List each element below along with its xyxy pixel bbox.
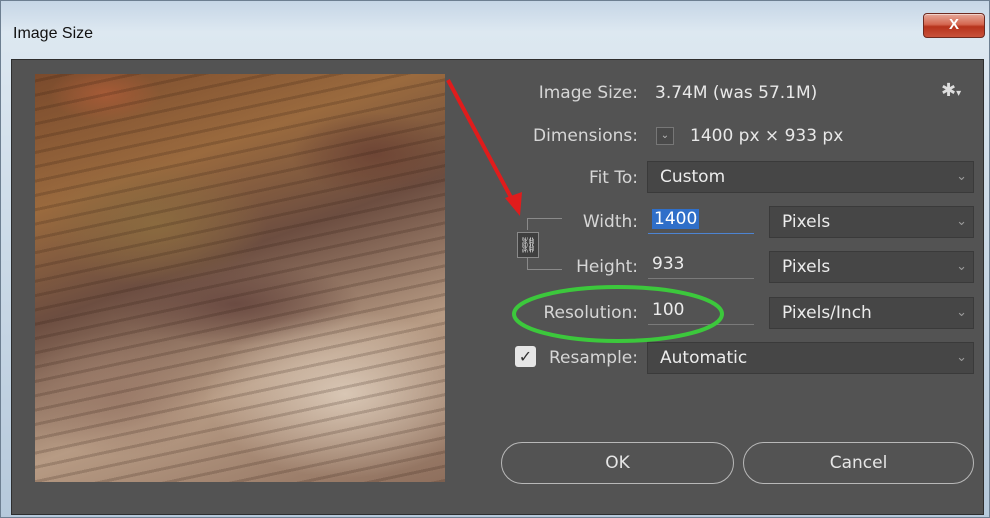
chevron-down-icon: ⌄ (956, 214, 967, 229)
chevron-down-icon: ⌄ (956, 350, 967, 365)
height-unit-value: Pixels (782, 257, 831, 277)
height-input[interactable]: 933 (648, 251, 754, 279)
fit-to-value: Custom (660, 167, 726, 187)
dimensions-value: 1400 px × 933 px (690, 126, 844, 146)
ok-button[interactable]: OK (501, 442, 734, 484)
width-unit-select[interactable]: Pixels ⌄ (769, 206, 974, 238)
resolution-input[interactable]: 100 (648, 297, 754, 325)
gear-icon[interactable]: ✱▾ (941, 80, 961, 101)
resample-label: Resample: (548, 348, 638, 368)
resample-value: Automatic (660, 348, 748, 368)
dimensions-toggle[interactable]: ⌄ (656, 127, 674, 145)
link-chain-icon[interactable]: ⛓ (517, 232, 539, 258)
preview-texture (35, 74, 445, 482)
close-button[interactable]: X (923, 13, 985, 38)
resolution-unit-select[interactable]: Pixels/Inch ⌄ (769, 297, 974, 329)
height-value: 933 (652, 254, 685, 274)
resample-checkbox[interactable]: ✓ (515, 346, 536, 367)
image-size-value: 3.74M (was 57.1M) (655, 83, 818, 103)
chevron-down-icon: ⌄ (956, 305, 967, 320)
resolution-unit-value: Pixels/Inch (782, 303, 872, 323)
image-preview[interactable] (35, 74, 445, 482)
resample-select[interactable]: Automatic ⌄ (647, 342, 974, 374)
window-title: Image Size (13, 25, 94, 42)
link-bracket-top (527, 218, 562, 230)
resolution-label: Resolution: (543, 303, 638, 323)
chevron-down-icon: ⌄ (956, 169, 967, 184)
height-label: Height: (576, 257, 638, 277)
width-unit-value: Pixels (782, 212, 831, 232)
width-input[interactable]: 1400 (648, 206, 754, 234)
chevron-down-icon: ⌄ (956, 259, 967, 274)
title-bar[interactable]: Image Size X (1, 1, 990, 63)
height-unit-select[interactable]: Pixels ⌄ (769, 251, 974, 283)
resolution-value: 100 (652, 300, 685, 320)
fit-to-select[interactable]: Custom ⌄ (647, 161, 974, 193)
image-size-label: Image Size: (538, 83, 638, 103)
width-value: 1400 (652, 209, 700, 229)
checkmark-icon: ✓ (518, 347, 533, 366)
dimensions-label: Dimensions: (533, 126, 638, 146)
cancel-button[interactable]: Cancel (743, 442, 974, 484)
fit-to-label: Fit To: (589, 168, 638, 188)
